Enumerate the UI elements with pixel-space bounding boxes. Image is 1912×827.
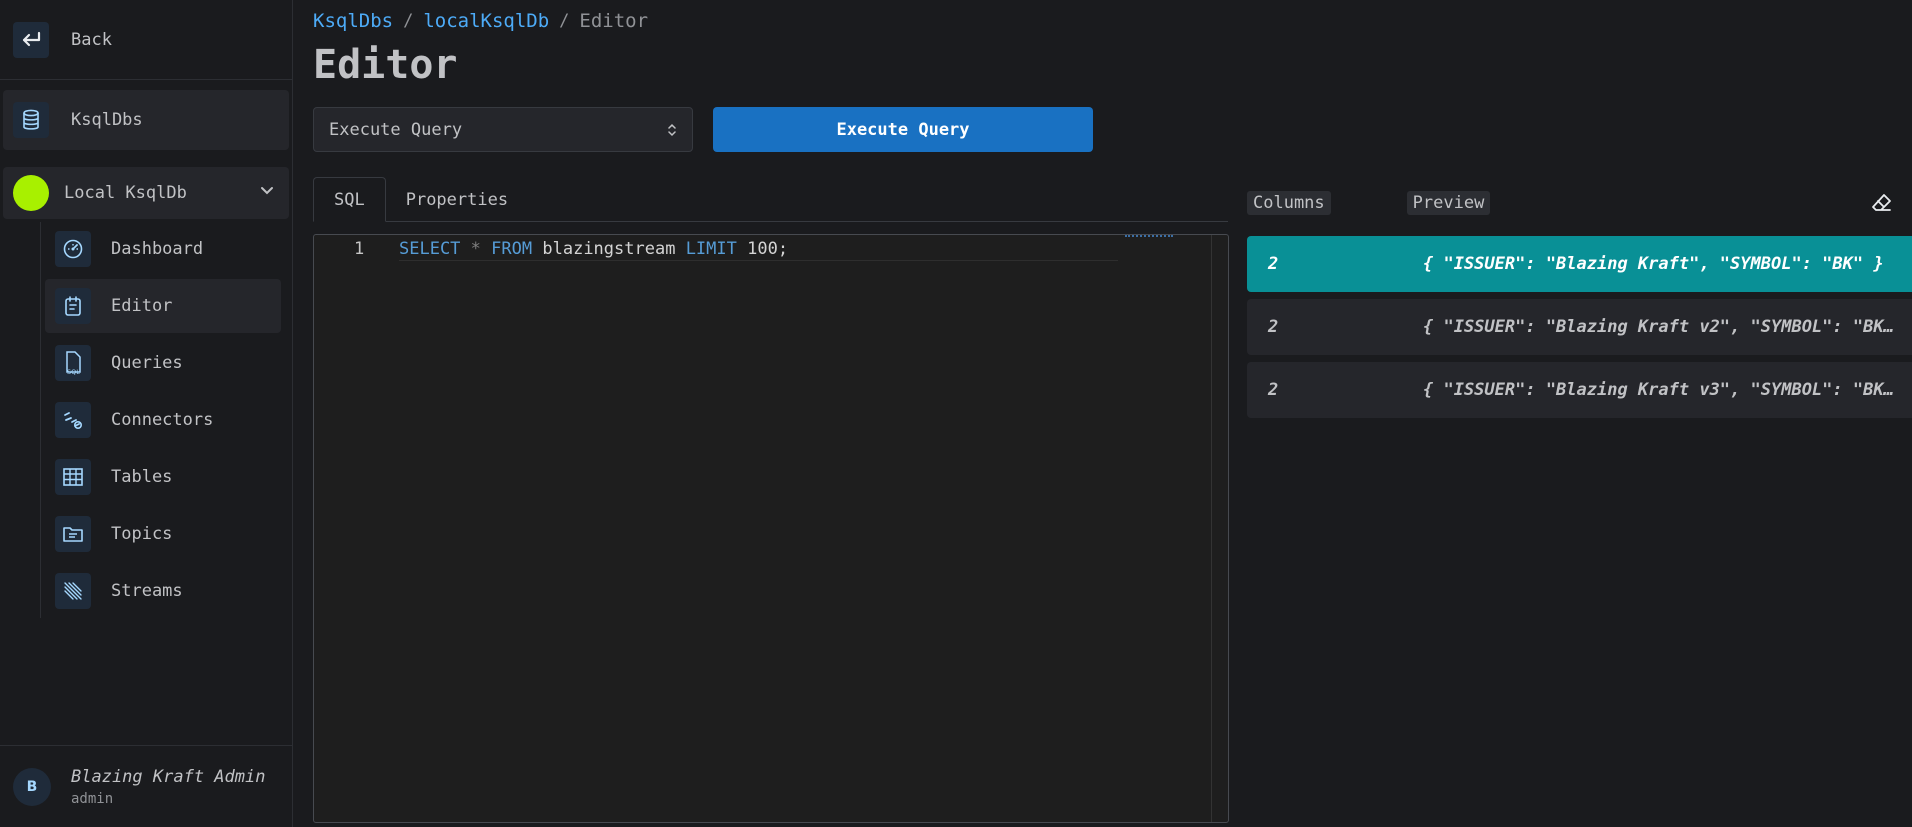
svg-text:SQL: SQL — [67, 368, 80, 376]
breadcrumb-separator: / — [403, 11, 414, 31]
operator-star: * — [470, 239, 481, 259]
db-status-dot — [13, 175, 49, 211]
breadcrumb: KsqlDbs / localKsqlDb / Editor — [313, 10, 648, 32]
back-button[interactable]: Back — [0, 0, 292, 80]
execute-query-button[interactable]: Execute Query — [713, 107, 1093, 152]
user-menu[interactable]: B Blazing Kraft Admin admin — [0, 745, 292, 827]
tab-preview[interactable]: Preview — [1406, 191, 1491, 215]
sidebar-item-tables[interactable]: Tables — [45, 450, 281, 504]
sidebar-item-label: Streams — [111, 581, 183, 601]
sql-editor[interactable]: 1 SELECT * FROM blazingstream LIMIT 100; — [313, 234, 1229, 823]
number-limit: 100; — [747, 239, 789, 259]
select-arrows-icon — [666, 121, 678, 144]
avatar: B — [13, 767, 51, 806]
page-title: Editor — [313, 42, 458, 88]
dashboard-icon — [55, 231, 91, 267]
sidebar-item-dashboard[interactable]: Dashboard — [45, 222, 281, 276]
back-arrow-icon — [13, 21, 49, 58]
sidebar-item-streams[interactable]: Streams — [45, 564, 281, 618]
user-role: admin — [71, 790, 114, 807]
breadcrumb-separator: / — [559, 11, 570, 31]
keyword-from: FROM — [491, 239, 533, 259]
sidebar-item-editor[interactable]: Editor — [45, 279, 281, 333]
sidebar-item-label: Tables — [111, 467, 173, 487]
breadcrumb-link-ksqldbs[interactable]: KsqlDbs — [313, 10, 393, 32]
eraser-icon[interactable] — [1870, 191, 1894, 219]
main-content: KsqlDbs / localKsqlDb / Editor Editor Ex… — [293, 0, 1912, 827]
database-icon — [13, 102, 49, 138]
row-value: { "ISSUER": "Blazing Kraft", "SYMBOL": "… — [1423, 254, 1884, 274]
sidebar-item-ksqldbs[interactable]: KsqlDbs — [3, 90, 289, 150]
tab-sql[interactable]: SQL — [313, 177, 386, 222]
keyword-limit: LIMIT — [685, 239, 737, 259]
tab-columns[interactable]: Columns — [1247, 191, 1331, 215]
result-tabs: Columns Preview — [1247, 191, 1491, 215]
db-label: Local KsqlDb — [64, 183, 187, 203]
streams-icon — [55, 573, 91, 609]
sidebar-item-connectors[interactable]: Connectors — [45, 393, 281, 447]
sidebar-item-label: Editor — [111, 296, 173, 316]
result-row[interactable]: 2 { "ISSUER": "Blazing Kraft", "SYMBOL":… — [1247, 236, 1912, 292]
row-count: 2 — [1268, 254, 1279, 274]
row-value: { "ISSUER": "Blazing Kraft v2", "SYMBOL"… — [1423, 317, 1903, 337]
tab-properties[interactable]: Properties — [386, 177, 528, 222]
sidebar-item-queries[interactable]: SQL Queries — [45, 336, 281, 390]
result-list: 2 { "ISSUER": "Blazing Kraft", "SYMBOL":… — [1247, 236, 1912, 425]
breadcrumb-link-localksqldb[interactable]: localKsqlDb — [423, 10, 549, 32]
result-row[interactable]: 2 { "ISSUER": "Blazing Kraft v3", "SYMBO… — [1247, 362, 1912, 418]
sql-file-icon: SQL — [55, 345, 91, 381]
row-count: 2 — [1268, 317, 1279, 337]
ksqldb-selector[interactable]: Local KsqlDb — [3, 167, 289, 219]
editor-tabs: SQL Properties — [313, 177, 1228, 222]
editor-icon — [55, 288, 91, 324]
sidebar-item-label: Topics — [111, 524, 173, 544]
minimap[interactable] — [1125, 235, 1173, 237]
table-icon — [55, 459, 91, 495]
row-count: 2 — [1268, 380, 1279, 400]
back-label: Back — [71, 29, 112, 50]
sidebar-item-topics[interactable]: Topics — [45, 507, 281, 561]
db-subnav: Dashboard Editor SQL Queries Connectors — [40, 222, 292, 618]
line-number: 1 — [354, 239, 365, 259]
result-row[interactable]: 2 { "ISSUER": "Blazing Kraft v2", "SYMBO… — [1247, 299, 1912, 355]
breadcrumb-current: Editor — [579, 10, 649, 32]
sidebar-item-label: Connectors — [111, 410, 214, 430]
sidebar-item-label: KsqlDbs — [71, 110, 143, 130]
code-line[interactable]: SELECT * FROM blazingstream LIMIT 100; — [399, 239, 1118, 261]
editor-scrollbar[interactable] — [1211, 235, 1212, 822]
keyword-select: SELECT — [399, 239, 461, 259]
connectors-icon — [55, 402, 91, 438]
folder-icon — [55, 516, 91, 552]
row-value: { "ISSUER": "Blazing Kraft v3", "SYMBOL"… — [1423, 380, 1903, 400]
query-type-value: Execute Query — [329, 119, 463, 140]
chevron-down-icon — [259, 183, 275, 203]
sidebar-item-label: Queries — [111, 353, 183, 373]
sidebar-item-label: Dashboard — [111, 239, 204, 259]
sidebar: Back KsqlDbs Local KsqlDb Dashboard Edit… — [0, 0, 293, 827]
identifier-stream: blazingstream — [542, 239, 676, 259]
user-name: Blazing Kraft Admin — [71, 766, 266, 787]
query-type-select[interactable]: Execute Query — [313, 107, 693, 152]
